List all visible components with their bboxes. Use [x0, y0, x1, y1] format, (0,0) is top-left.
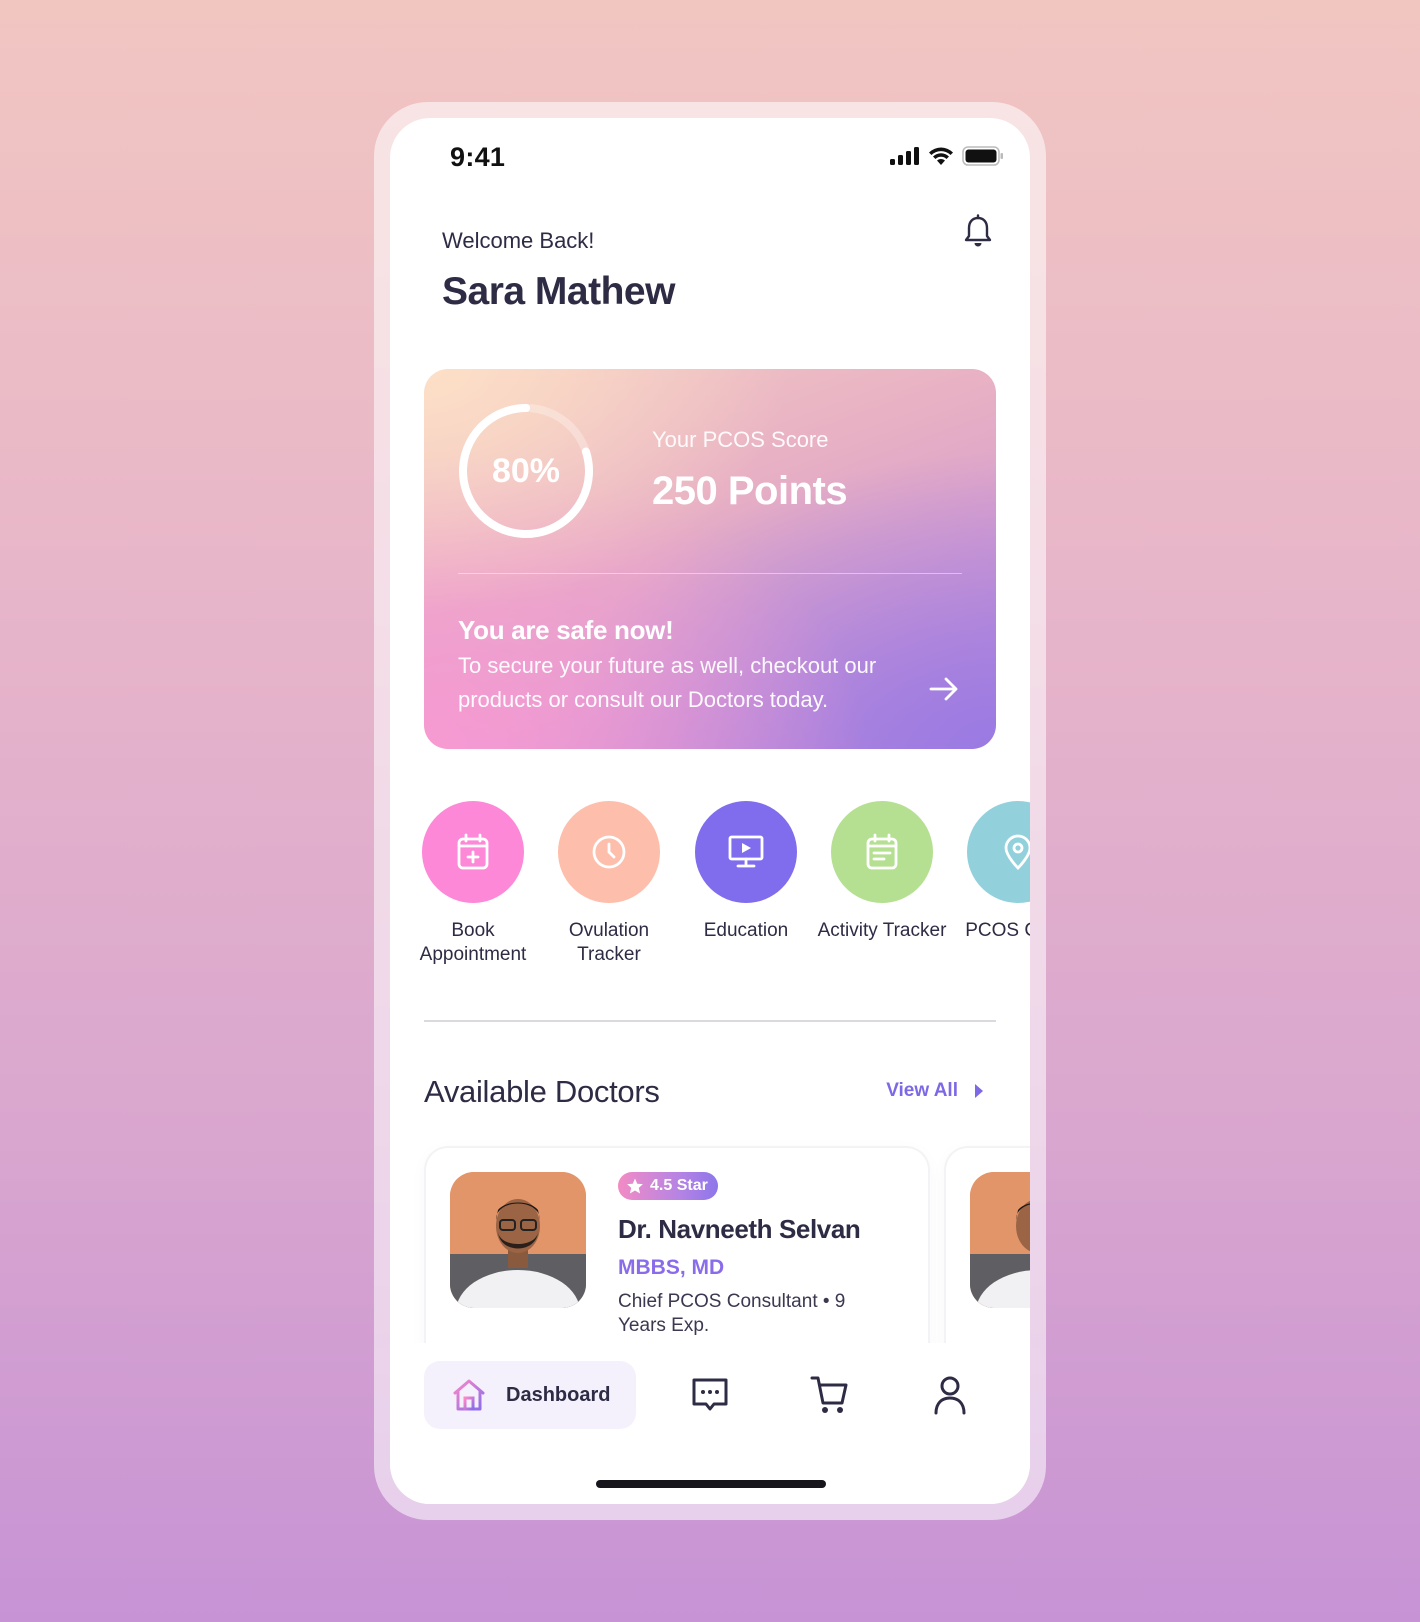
- caret-right-icon: [975, 1084, 983, 1098]
- action-label: Activity Tracker: [817, 920, 947, 941]
- action-education[interactable]: Education: [678, 801, 814, 943]
- action-circle: [967, 801, 1030, 903]
- card-divider: [458, 573, 962, 574]
- status-icons: [890, 146, 1004, 166]
- chat-icon[interactable]: [690, 1375, 730, 1415]
- status-time: 9:41: [450, 142, 506, 172]
- rating-badge: 4.5 Star: [618, 1172, 718, 1200]
- battery-icon: [962, 146, 1003, 166]
- view-all-label: View All: [886, 1080, 958, 1101]
- action-label: Education: [703, 920, 789, 941]
- home-icon: [453, 1379, 485, 1411]
- quick-actions: Book Appointment Ovulation Tracker Educa…: [390, 801, 1030, 981]
- user-name: Sara Mathew: [442, 270, 675, 313]
- rating-text: 4.5 Star: [650, 1177, 708, 1194]
- user-icon[interactable]: [930, 1375, 970, 1415]
- action-pcos-clinic[interactable]: PCOS Clinic: [950, 801, 1030, 943]
- action-circle: [422, 801, 524, 903]
- nav-dashboard[interactable]: Dashboard: [424, 1361, 636, 1429]
- doctor-photo: [970, 1172, 1030, 1308]
- bell-icon[interactable]: [962, 214, 994, 250]
- doctor-name: Dr. Navneeth Selvan: [618, 1214, 861, 1244]
- section-title: Available Doctors: [424, 1074, 660, 1109]
- doctor-photo: [450, 1172, 586, 1308]
- doctor-degree: MBBS, MD: [618, 1256, 725, 1279]
- action-activity-tracker[interactable]: Activity Tracker: [814, 801, 950, 943]
- view-all-link[interactable]: View All: [886, 1080, 984, 1102]
- action-label: Ovulation Tracker: [568, 920, 650, 965]
- clock-icon: [592, 835, 626, 869]
- welcome-text: Welcome Back!: [442, 228, 595, 253]
- section-divider: [424, 1020, 996, 1022]
- score-subtitle: Your PCOS Score: [652, 427, 829, 452]
- score-percent: 80%: [491, 451, 561, 490]
- action-book-appointment[interactable]: Book Appointment: [405, 801, 541, 967]
- action-circle: [695, 801, 797, 903]
- home-indicator[interactable]: [596, 1480, 826, 1488]
- status-title: You are safe now!: [458, 615, 674, 645]
- signal-icon: [890, 147, 919, 165]
- doctor-meta: Chief PCOS Consultant • 9 Years Exp.: [618, 1291, 846, 1336]
- wifi-icon: [929, 147, 953, 165]
- status-description: To secure your future as well, checkout …: [458, 653, 877, 712]
- arrow-right-icon[interactable]: [928, 675, 960, 703]
- nav-dashboard-label: Dashboard: [506, 1383, 611, 1406]
- pcos-score-card[interactable]: 80% Your PCOS Score 250 Points You are s…: [424, 369, 996, 749]
- star-icon: [627, 1178, 643, 1194]
- score-points: 250 Points: [652, 469, 848, 513]
- action-ovulation-tracker[interactable]: Ovulation Tracker: [541, 801, 677, 967]
- doctor-portrait: [450, 1172, 586, 1308]
- doctor-portrait: [970, 1172, 1030, 1308]
- action-circle: [558, 801, 660, 903]
- phone-screen: 9:41 Welcome Back! Sara Mathew 80% Your …: [390, 118, 1030, 1504]
- action-label: PCOS Clinic: [965, 920, 1030, 941]
- calendar-notes-icon: [866, 833, 898, 870]
- calendar-plus-icon: [457, 833, 489, 870]
- action-circle: [831, 801, 933, 903]
- cart-icon[interactable]: [810, 1375, 850, 1415]
- monitor-play-icon: [728, 835, 764, 868]
- action-label: Book Appointment: [419, 920, 527, 965]
- location-pin-icon: [1004, 834, 1030, 870]
